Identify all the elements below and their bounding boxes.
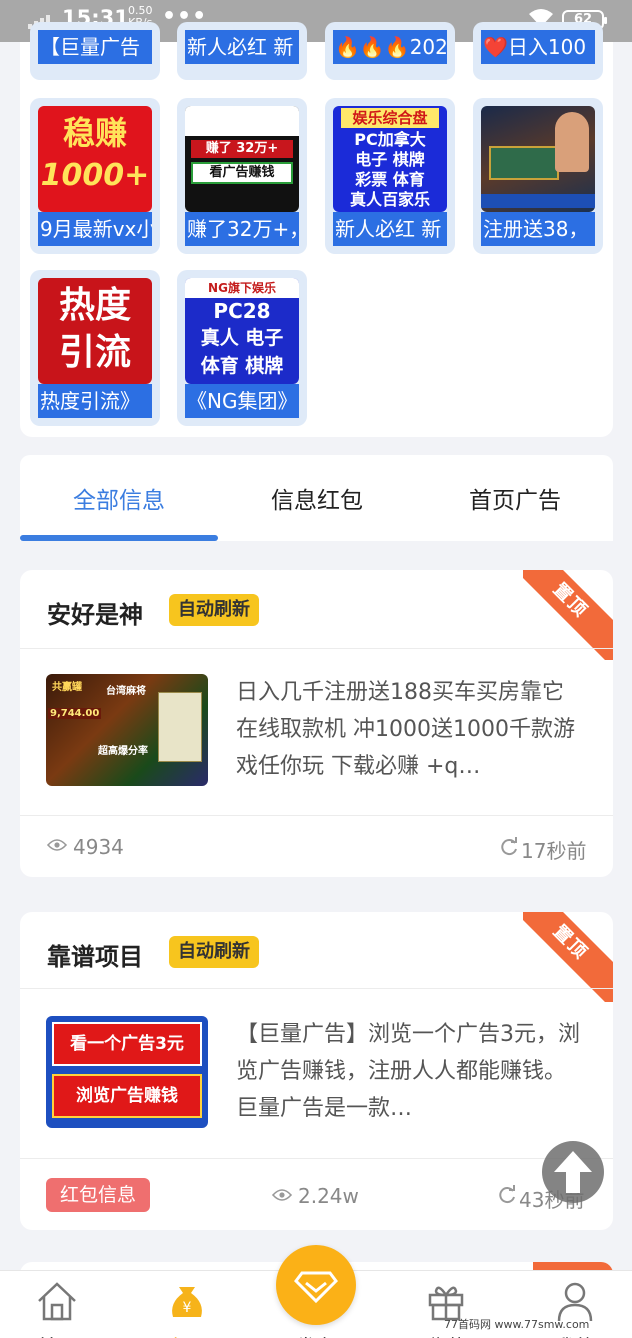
ad-tile-caption: 《NG集团》 [185, 384, 299, 418]
nav-label: 收藏 [406, 1331, 486, 1338]
ad-image-text: 体育 棋牌 [200, 355, 284, 377]
nav-label: 主页 [147, 1331, 227, 1338]
ad-tile-image: 热度 引流 [38, 278, 152, 384]
ad-tile-caption: 热度引流》 [38, 384, 152, 418]
ad-tile-caption: 新人必红 新 [185, 30, 299, 64]
ad-tile[interactable]: 稳赚 1000+ 9月最新vx小 [30, 98, 160, 254]
ad-image-text: 真人 电子 [200, 327, 284, 349]
nav-label: 我的 [535, 1331, 615, 1338]
post-description: 日入几千注册送188买车买房靠它 在线取款机 冲1000送1000千款游戏任你玩… [236, 680, 575, 779]
views-count: 2.24w [298, 1184, 359, 1208]
nav-home[interactable]: 首页 [17, 1279, 97, 1338]
ad-tile[interactable]: NG旗下娱乐 PC28 真人 电子 体育 棋牌 《NG集团》 [177, 270, 307, 426]
arrow-up-icon [554, 1151, 592, 1193]
ad-image-text: 真人百家乐 [349, 190, 430, 209]
ad-tile-caption: 赚了32万+， [185, 212, 299, 246]
ad-tile-image: 稳赚 1000+ [38, 106, 152, 212]
active-tab-indicator [20, 535, 218, 541]
ad-tile[interactable]: 新人必红 新 [177, 22, 307, 80]
ad-image-text: 1000+ [40, 158, 150, 193]
pinned-label: 置顶 [523, 570, 613, 660]
pinned-ribbon: 置顶 [523, 570, 613, 660]
ad-tile[interactable]: 【巨量广告 [30, 22, 160, 80]
ad-image-text: 娱乐综合盘 [341, 108, 439, 128]
post-title: 安好是神 [47, 601, 143, 629]
post-thumbnail: 看一个广告3元 浏览广告赚钱 [46, 1016, 208, 1128]
ad-image-text: NG旗下娱乐 [185, 278, 299, 298]
post-title: 靠谱项目 [47, 943, 143, 971]
refresh-icon [501, 837, 517, 856]
thumb-text: 浏览广告赚钱 [52, 1074, 202, 1118]
nav-main[interactable]: ¥ 主页 [147, 1279, 227, 1338]
ad-tile-caption: ❤️日入100 [481, 30, 595, 64]
red-packet-tag[interactable]: 红包信息 [46, 1178, 151, 1212]
auto-refresh-badge: 自动刷新 [169, 594, 259, 626]
views-count: 4934 [73, 835, 124, 859]
category-tabs: 全部信息 信息红包 首页广告 [20, 455, 613, 541]
ad-tile[interactable]: 赚了 32万+ 看广告赚钱 赚了32万+， [177, 98, 307, 254]
ad-image-text: 电子 棋牌 [355, 150, 425, 169]
ad-tile-image: 娱乐综合盘 PC加拿大 电子 棋牌 彩票 体育 真人百家乐 [333, 106, 447, 212]
tab-home-ads[interactable]: 首页广告 [416, 481, 614, 515]
divider [20, 815, 613, 816]
ad-tile[interactable]: 🔥🔥🔥202 [325, 22, 455, 80]
ad-tile-caption: 注册送38， [481, 212, 595, 246]
divider [20, 1158, 613, 1159]
ad-tile[interactable]: 注册送38， [473, 98, 603, 254]
ad-image-text: 热度 [58, 285, 131, 326]
money-bag-icon: ¥ [172, 1287, 202, 1317]
publish-button[interactable] [276, 1245, 356, 1325]
thumb-text: 超高爆分率 [98, 746, 148, 757]
post-time: 17秒前 [521, 839, 587, 863]
ad-tile-caption: 【巨量广告 [38, 30, 152, 64]
thumb-text: 9,744.00 [48, 708, 102, 719]
ad-image-text: PC28 [213, 299, 271, 323]
views-icon [272, 1189, 292, 1201]
ad-image-text: 彩票 体育 [355, 170, 425, 189]
thumb-text: 台湾麻将 [106, 686, 146, 697]
ad-tile-caption: 🔥🔥🔥202 [333, 30, 447, 64]
ad-image-text: 赚了 32万+ [191, 140, 293, 158]
watermark: 77首码网 www.77smw.com [444, 1318, 590, 1331]
ad-image-text: 引流 [58, 332, 131, 373]
post-thumbnail: 共赢罐 台湾麻将 9,744.00 超高爆分率 [46, 674, 208, 786]
divider [20, 648, 613, 649]
post-description: 【巨量广告】浏览一个广告3元，浏览广告赚钱，注册人人都能赚钱。巨量广告是一款… [236, 1022, 580, 1121]
svg-text:¥: ¥ [183, 1300, 192, 1316]
nav-label: 发布 [276, 1331, 356, 1338]
post-card[interactable]: 靠谱项目 自动刷新 置顶 看一个广告3元 浏览广告赚钱 【巨量广告】浏览一个广告… [20, 912, 613, 1230]
ad-image-text: 稳赚 [62, 114, 127, 152]
post-card[interactable]: 安好是神 自动刷新 置顶 共赢罐 台湾麻将 9,744.00 超高爆分率 日入几… [20, 570, 613, 877]
thumb-text: 共赢罐 [52, 682, 82, 693]
views-icon [47, 839, 67, 851]
diamond-icon [294, 1271, 338, 1304]
tab-red-packet[interactable]: 信息红包 [218, 481, 416, 515]
ad-tile-image: NG旗下娱乐 PC28 真人 电子 体育 棋牌 [185, 278, 299, 384]
ad-grid: 【巨量广告 新人必红 新 🔥🔥🔥202 ❤️日入100 稳赚 1000+ 9月最… [20, 22, 613, 437]
refresh-icon [499, 1185, 515, 1204]
ad-tile-caption: 新人必红 新 [333, 212, 447, 246]
nav-label: 首页 [17, 1331, 97, 1338]
ad-tile-image [481, 106, 595, 212]
tab-all-info[interactable]: 全部信息 [20, 481, 218, 515]
ad-tile[interactable]: 热度 引流 热度引流》 [30, 270, 160, 426]
ad-image-text: 看广告赚钱 [191, 162, 293, 184]
ad-tile[interactable]: ❤️日入100 [473, 22, 603, 80]
divider [20, 988, 613, 989]
auto-refresh-badge: 自动刷新 [169, 936, 259, 968]
ad-tile-caption: 9月最新vx小 [38, 212, 152, 246]
scroll-to-top-button[interactable] [542, 1141, 604, 1203]
thumb-text: 看一个广告3元 [52, 1022, 202, 1066]
ad-image-text: PC加拿大 [354, 130, 426, 149]
ad-tile-image: 赚了 32万+ 看广告赚钱 [185, 106, 299, 212]
home-icon [38, 1282, 76, 1321]
ad-tile[interactable]: 娱乐综合盘 PC加拿大 电子 棋牌 彩票 体育 真人百家乐 新人必红 新 [325, 98, 455, 254]
